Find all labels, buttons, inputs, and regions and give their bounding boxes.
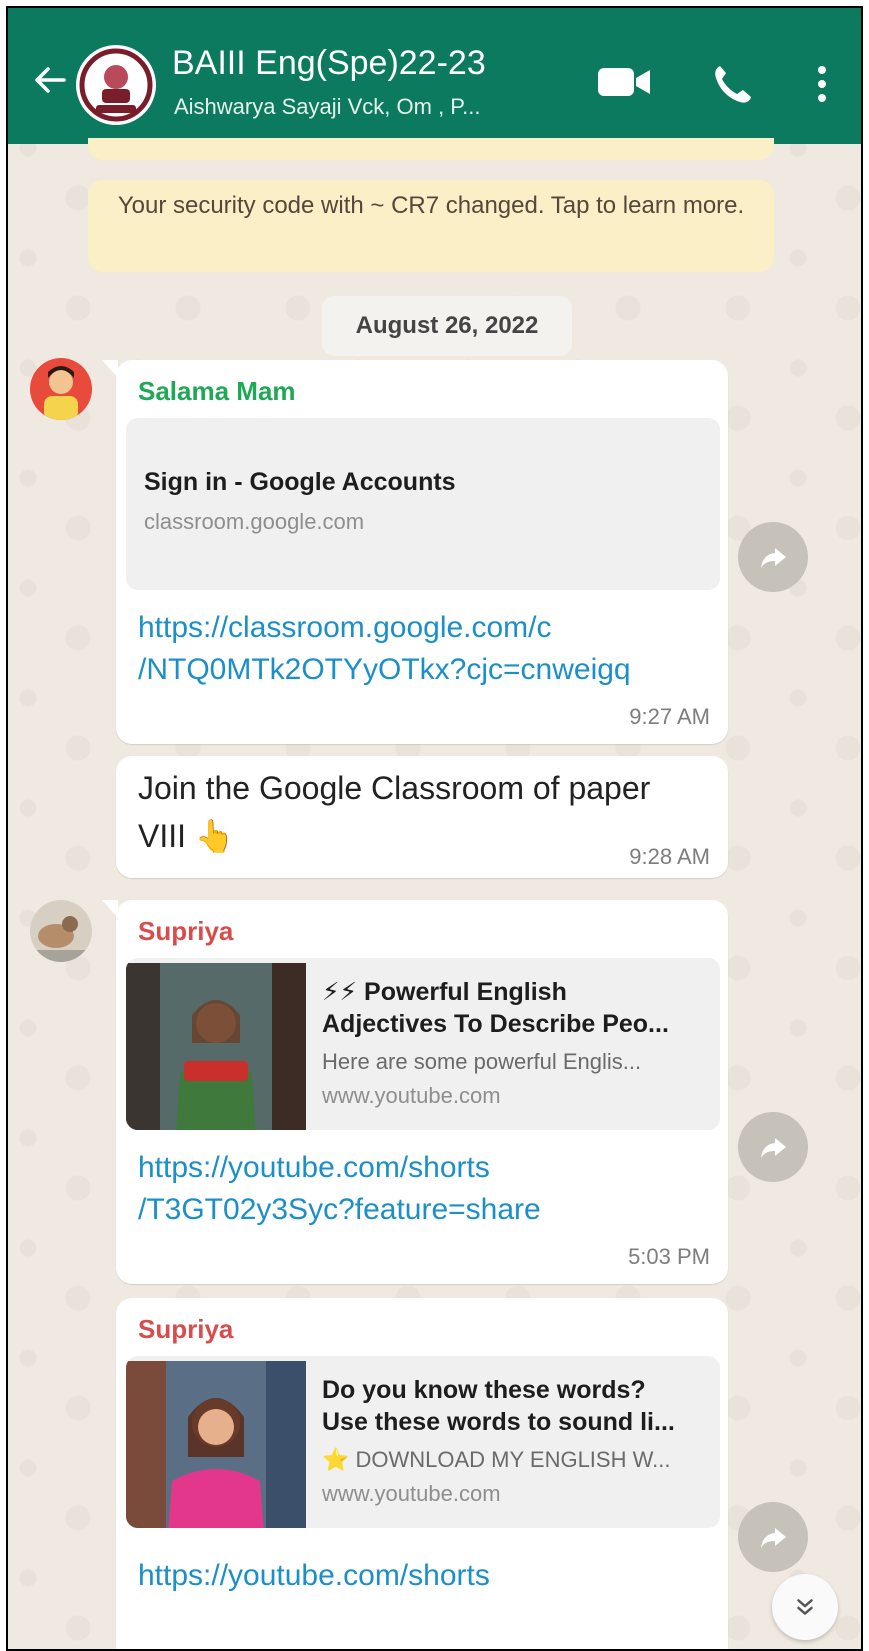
avatar-image (30, 900, 92, 962)
preview-domain: classroom.google.com (144, 509, 365, 534)
message-link[interactable]: https://classroom.google.com/c (138, 608, 552, 648)
message-link[interactable]: https://youtube.com/shorts (138, 1556, 490, 1596)
forward-icon (761, 548, 786, 568)
chat-title[interactable]: BAIII Eng(Spe)22-23 (172, 44, 486, 83)
forward-button[interactable] (738, 1502, 808, 1572)
previous-notice-edge (88, 138, 774, 160)
avatar-image (30, 358, 92, 420)
chat-participants[interactable]: Aishwarya Sayaji Vck, Om , P... (174, 94, 480, 120)
phone-icon[interactable] (710, 62, 754, 106)
message-link-cont[interactable]: /T3GT02y3Syc?feature=share (138, 1190, 541, 1230)
chat-header: BAIII Eng(Spe)22-23 Aishwarya Sayaji Vck… (8, 8, 861, 144)
date-chip: August 26, 2022 (322, 296, 572, 356)
preview-domain: www.youtube.com (322, 1481, 501, 1506)
sender-avatar-supriya[interactable] (30, 900, 92, 962)
security-code-notice[interactable]: Your security code with ~ CR7 changed. T… (88, 180, 774, 272)
forward-icon (761, 1528, 786, 1548)
preview-title: Do you know these words? (322, 1376, 646, 1404)
preview-domain: www.youtube.com (322, 1083, 501, 1108)
video-call-icon[interactable] (596, 64, 652, 100)
preview-title-cont: Use these words to sound li... (322, 1408, 675, 1436)
forward-button[interactable] (738, 522, 808, 592)
message-time: 9:27 AM (629, 704, 710, 729)
group-avatar[interactable] (76, 45, 156, 125)
forward-button[interactable] (738, 1112, 808, 1182)
message-text: Join the Google Classroom of paper (138, 770, 651, 806)
forward-icon (761, 1138, 786, 1158)
preview-title-cont: Adjectives To Describe Peo... (322, 1010, 669, 1038)
preview-description: ⭐ DOWNLOAD MY ENGLISH W... (322, 1447, 671, 1472)
scroll-down-icon (797, 1599, 813, 1615)
video-thumbnail (126, 1361, 306, 1528)
sender-name: Salama Mam (138, 376, 296, 406)
chat-screen: BAIII Eng(Spe)22-23 Aishwarya Sayaji Vck… (6, 6, 863, 1651)
link-preview[interactable]: ⚡⚡ Powerful English Adjectives To Descri… (126, 958, 720, 1130)
preview-title: Sign in - Google Accounts (144, 468, 456, 496)
preview-title: ⚡⚡ Powerful English (322, 978, 567, 1006)
message-bubble[interactable]: Salama Mam Sign in - Google Accounts cla… (102, 360, 728, 744)
pointing-emoji-icon: 👆 (194, 818, 235, 854)
video-thumbnail (126, 963, 306, 1130)
message-bubble[interactable]: Join the Google Classroom of paper VIII … (116, 756, 728, 878)
sender-avatar-salama[interactable] (30, 358, 92, 420)
preview-description: Here are some powerful Englis... (322, 1049, 642, 1074)
message-time: 5:03 PM (628, 1244, 710, 1269)
back-arrow-icon[interactable] (30, 60, 70, 100)
message-time: 9:28 AM (629, 844, 710, 869)
sender-name: Supriya (138, 1314, 234, 1344)
scroll-down-button[interactable] (772, 1574, 838, 1640)
message-bubble[interactable]: Supriya Do you know these words? Use the… (116, 1298, 728, 1649)
message-link-cont[interactable]: /NTQ0MTk2OTYyOTkx?cjc=cnweigq (138, 650, 631, 690)
sender-name: Supriya (138, 916, 234, 946)
message-link[interactable]: https://youtube.com/shorts (138, 1148, 490, 1188)
message-bubble[interactable]: Supriya ⚡⚡ Powerful English Adjectives T… (102, 900, 728, 1284)
message-text-word: VIII (138, 818, 187, 854)
message-text-cont: VIII 👆 (138, 812, 235, 860)
group-logo-icon (78, 47, 154, 123)
more-vert-icon[interactable] (814, 62, 830, 106)
link-preview[interactable]: Do you know these words? Use these words… (126, 1356, 720, 1528)
link-preview[interactable]: Sign in - Google Accounts classroom.goog… (126, 418, 720, 590)
